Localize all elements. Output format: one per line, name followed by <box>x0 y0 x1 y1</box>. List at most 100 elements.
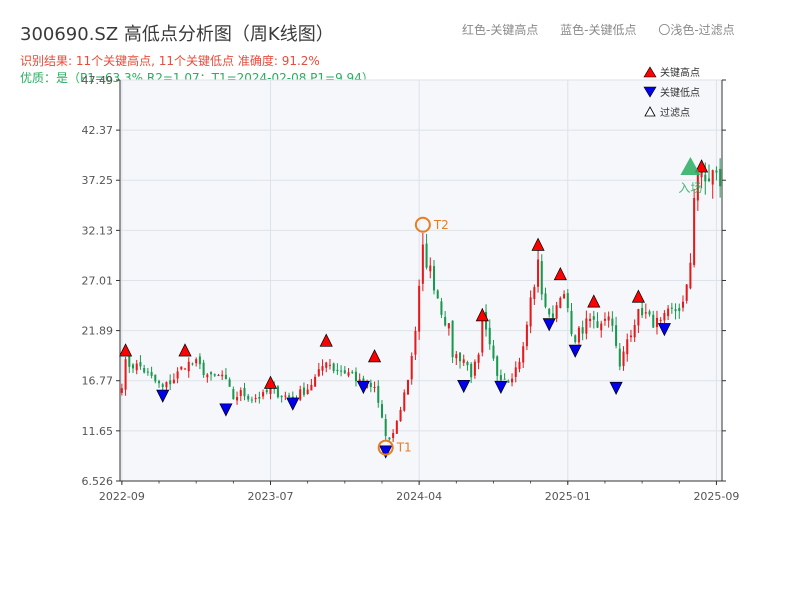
candle-body <box>172 379 175 384</box>
y-tick-label: 21.89 <box>82 325 114 338</box>
candle-body <box>139 362 142 367</box>
candle-body <box>496 356 499 376</box>
candle-body <box>514 367 517 377</box>
x-tick-label: 2024-04 <box>396 490 442 503</box>
candle-body <box>354 371 357 382</box>
candle-body <box>299 389 302 400</box>
candle-body <box>380 404 384 418</box>
candlestick-chart: T1 T2 入场 6.526 11.65 16.77 21.89 27.01 32.13 37.… <box>82 66 740 503</box>
candle-body <box>340 370 343 372</box>
candle-body <box>421 244 424 284</box>
candle-body <box>540 261 543 295</box>
candle-body <box>306 389 309 394</box>
candle-body <box>369 382 372 387</box>
entry-label: 入场 <box>678 181 702 195</box>
candle-body <box>507 380 510 383</box>
candle-body <box>678 307 681 312</box>
candle-body <box>499 375 502 381</box>
candle-body <box>191 363 194 365</box>
t-point-label: T1 <box>396 441 412 455</box>
candle-body <box>551 313 554 318</box>
candle-body <box>451 320 454 358</box>
candle-body <box>406 379 410 395</box>
candle-body <box>581 327 584 334</box>
x-tick-label: 2023-07 <box>248 490 294 503</box>
candle-body <box>707 178 711 182</box>
candle-body <box>236 397 239 401</box>
candle-body <box>288 395 291 397</box>
candle-body <box>154 374 157 382</box>
candle-body <box>559 297 562 308</box>
x-tick-label: 2022-09 <box>99 490 145 503</box>
y-tick-label: 11.65 <box>82 425 114 438</box>
candle-body <box>284 395 287 397</box>
candle-body <box>470 363 473 378</box>
candle-body <box>302 387 305 395</box>
y-tick-label: 47.49 <box>82 74 114 87</box>
candle-body <box>566 293 569 309</box>
candle-body <box>184 368 187 370</box>
y-tick-label: 37.25 <box>82 174 114 187</box>
candle-body <box>399 409 402 422</box>
candle-body <box>529 297 532 327</box>
candle-body <box>473 361 476 376</box>
y-tick-label: 27.01 <box>82 274 114 287</box>
candle-body <box>440 301 443 315</box>
candle-body <box>258 397 261 399</box>
candle-body <box>652 314 655 328</box>
y-tick-label: 42.37 <box>82 124 114 137</box>
candle-body <box>143 368 146 373</box>
candle-body <box>392 433 395 438</box>
candle-body <box>432 266 436 291</box>
candle-body <box>262 392 265 397</box>
candle-body <box>711 170 714 185</box>
candle-body <box>704 174 707 182</box>
candle-body <box>388 437 391 440</box>
candle-body <box>384 419 387 436</box>
candle-body <box>239 390 242 396</box>
candle-body <box>537 259 540 287</box>
candle-body <box>317 369 320 376</box>
candle-body <box>570 310 573 335</box>
candle-body <box>492 345 495 359</box>
t-point-label: T2 <box>433 218 449 232</box>
candle-body <box>131 364 135 369</box>
candle-body <box>157 381 161 384</box>
candle-body <box>544 293 547 307</box>
candle-body <box>667 308 670 317</box>
candle-body <box>176 371 179 379</box>
candle-body <box>351 371 354 373</box>
candle-body <box>265 390 268 393</box>
candle-body <box>488 327 491 345</box>
candle-body <box>511 378 514 383</box>
candle-body <box>202 362 205 376</box>
candle-body <box>525 324 528 347</box>
candle-body <box>607 316 610 321</box>
candle-body <box>213 374 216 376</box>
candle-body <box>518 361 521 370</box>
candle-body <box>198 356 201 365</box>
candle-body <box>589 318 592 322</box>
candle-body <box>522 346 525 363</box>
candle-body <box>161 384 164 387</box>
candle-body <box>629 335 632 338</box>
candle-body <box>555 305 558 319</box>
candle-body <box>425 243 428 268</box>
candle-body <box>250 399 253 401</box>
candle-body <box>715 170 718 173</box>
candle-body <box>217 375 220 377</box>
candle-body <box>633 324 636 338</box>
candle-body <box>574 335 577 343</box>
candle-body <box>648 311 651 315</box>
candle-body <box>618 348 621 367</box>
candle-body <box>444 316 447 326</box>
candle-body <box>373 386 376 388</box>
candle-body <box>418 285 421 332</box>
candle-body <box>659 319 662 321</box>
candle-body <box>254 398 257 400</box>
candle-body <box>600 323 603 331</box>
candle-body <box>622 351 625 366</box>
candle-body <box>644 312 647 314</box>
candle-body <box>641 307 644 316</box>
y-tick-label: 32.13 <box>82 224 114 237</box>
